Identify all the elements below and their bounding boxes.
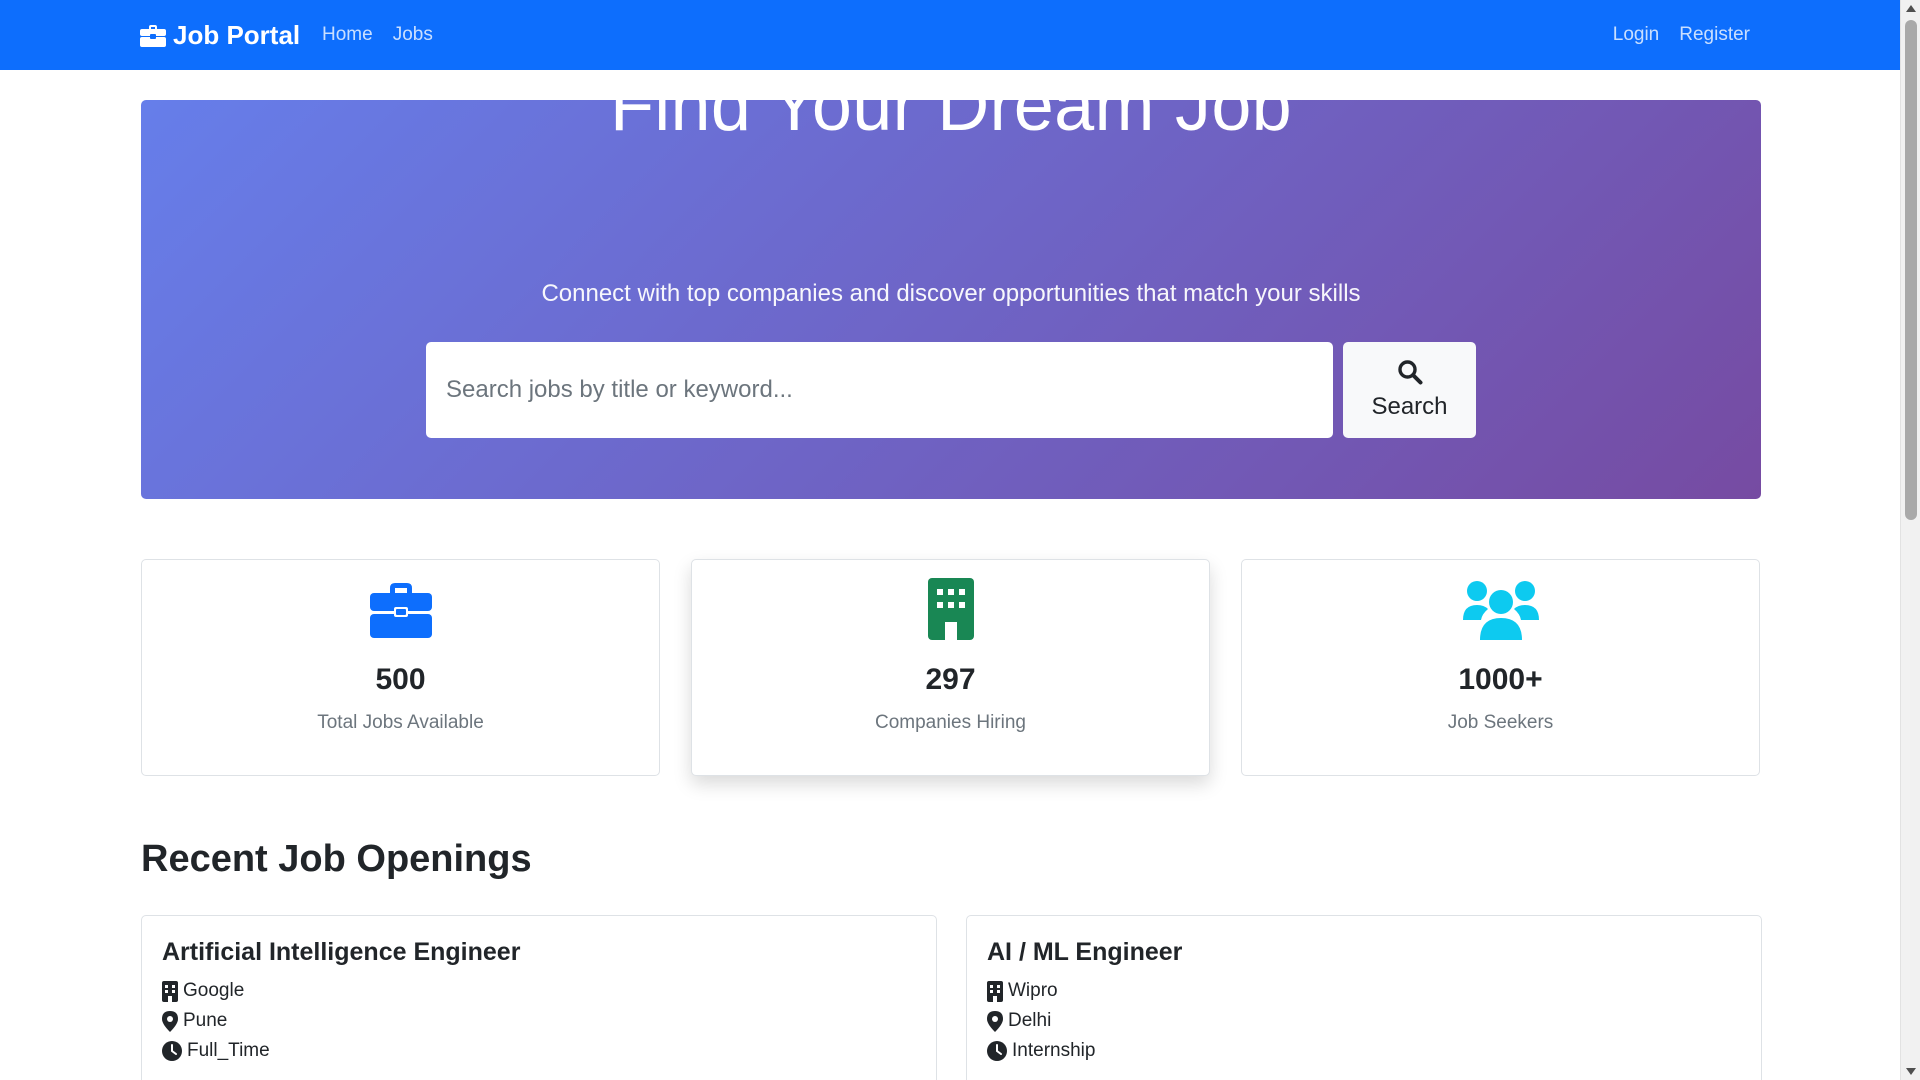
map-pin-icon — [162, 1010, 178, 1032]
job-card[interactable]: AI / ML Engineer Wipro Delhi Internship — [966, 915, 1762, 1080]
hero-subtitle: Connect with top companies and discover … — [541, 280, 1361, 307]
job-meta: Google Pune Full_Time — [162, 980, 270, 1062]
job-type-text: Internship — [1012, 1040, 1096, 1061]
stat-value: 1000+ — [1458, 663, 1543, 696]
scroll-down-arrow-icon[interactable] — [1906, 1068, 1916, 1075]
location-name: Pune — [183, 1010, 228, 1031]
nav-jobs-link[interactable]: Jobs — [393, 24, 433, 46]
navbar: Job Portal Home Jobs Login Register — [0, 0, 1900, 70]
job-meta: Wipro Delhi Internship — [987, 980, 1095, 1062]
job-title: AI / ML Engineer — [987, 938, 1183, 966]
location-name: Delhi — [1008, 1010, 1052, 1031]
job-card[interactable]: Artificial Intelligence Engineer Google … — [141, 915, 937, 1080]
building-icon — [987, 980, 1003, 1002]
clock-icon — [987, 1041, 1007, 1061]
main-nav: Home Jobs — [322, 0, 433, 70]
nav-home-link[interactable]: Home — [322, 24, 373, 46]
stat-label: Companies Hiring — [874, 712, 1026, 733]
scroll-up-arrow-icon[interactable] — [1906, 5, 1916, 12]
building-icon — [927, 578, 974, 640]
stat-value: 500 — [375, 663, 426, 696]
job-company: Wipro — [987, 980, 1095, 1002]
brand-link[interactable]: Job Portal — [140, 0, 300, 70]
stat-card-companies: 297 Companies Hiring — [691, 559, 1210, 776]
briefcase-icon — [140, 24, 166, 47]
stat-label: Total Jobs Available — [317, 712, 484, 733]
login-link[interactable]: Login — [1613, 24, 1660, 46]
briefcase-icon — [369, 583, 432, 638]
scroll-thumb[interactable] — [1905, 20, 1917, 520]
stat-card-seekers: 1000+ Job Seekers — [1241, 559, 1760, 776]
company-name: Wipro — [1008, 980, 1058, 1001]
map-pin-icon — [987, 1010, 1003, 1032]
brand-name: Job Portal — [173, 19, 301, 50]
users-icon — [1462, 581, 1539, 640]
building-icon — [162, 980, 178, 1002]
job-title: Artificial Intelligence Engineer — [162, 938, 521, 966]
hero-title: Find Your Dream Job — [609, 66, 1293, 146]
job-type-text: Full_Time — [187, 1040, 270, 1061]
auth-nav: Login Register — [1613, 0, 1750, 70]
stat-label: Job Seekers — [1447, 712, 1554, 733]
search-icon — [1397, 360, 1422, 385]
stat-card-jobs: 500 Total Jobs Available — [141, 559, 660, 776]
clock-icon — [162, 1041, 182, 1061]
hero-banner: Find Your Dream Job Connect with top com… — [141, 70, 1761, 499]
job-location: Pune — [162, 1010, 270, 1032]
search-button-label: Search — [1371, 393, 1448, 420]
job-type: Internship — [987, 1040, 1095, 1062]
recent-jobs-heading: Recent Job Openings — [141, 838, 532, 880]
company-name: Google — [183, 980, 245, 1001]
job-location: Delhi — [987, 1010, 1095, 1032]
page-scrollbar[interactable] — [1900, 0, 1920, 1080]
register-link[interactable]: Register — [1679, 24, 1750, 46]
job-company: Google — [162, 980, 270, 1002]
job-type: Full_Time — [162, 1040, 270, 1062]
stat-value: 297 — [925, 663, 976, 696]
job-search-input[interactable] — [426, 342, 1333, 438]
search-button[interactable]: Search — [1343, 342, 1476, 438]
